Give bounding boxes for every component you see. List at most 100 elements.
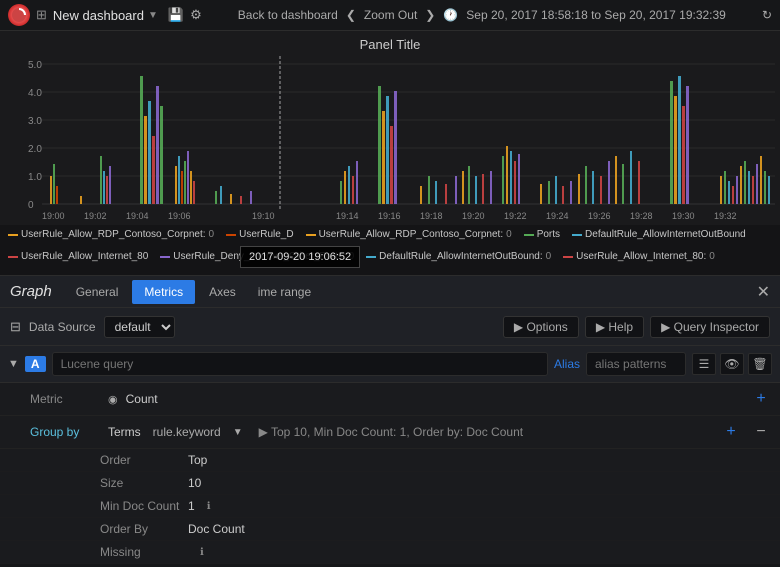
order-by-key: Order By bbox=[100, 522, 180, 536]
help-button[interactable]: ▶ Help bbox=[585, 316, 644, 338]
dashboard-name[interactable]: New dashboard ▼ bbox=[53, 8, 158, 23]
svg-text:19:28: 19:28 bbox=[630, 211, 653, 221]
groupby-dropdown-arrow[interactable]: ▼ bbox=[233, 427, 243, 438]
back-to-dashboard-link[interactable]: Back to dashboard bbox=[238, 8, 338, 22]
datasource-select[interactable]: default bbox=[104, 316, 175, 338]
chart-container: Panel Title 5.0 4.0 3.0 2.0 1.0 0 19:00 … bbox=[0, 31, 780, 276]
sub-row-size: Size 10 bbox=[0, 472, 780, 495]
sub-row-min-doc-count: Min Doc Count 1 ℹ bbox=[0, 495, 780, 518]
query-eye-button[interactable]: 👁 bbox=[720, 353, 744, 375]
legend-item: DefaultRule_AllowInternetOutBound: 0 bbox=[366, 251, 551, 262]
svg-text:19:14: 19:14 bbox=[336, 211, 359, 221]
query-delete-button[interactable]: 🗑 bbox=[748, 353, 772, 375]
save-icon[interactable]: 💾 bbox=[168, 7, 184, 23]
legend-item: UserRule_Allow_Internet_80: 0 bbox=[563, 251, 715, 262]
datasource-label: Data Source bbox=[29, 320, 96, 334]
order-value: Top bbox=[188, 453, 207, 467]
svg-text:4.0: 4.0 bbox=[28, 88, 42, 99]
size-key: Size bbox=[100, 476, 180, 490]
query-inspector-button[interactable]: ▶ Query Inspector bbox=[650, 316, 770, 338]
order-by-value: Doc Count bbox=[188, 522, 245, 536]
groupby-field: rule.keyword bbox=[153, 425, 221, 439]
legend-item: UserRule_Allow_RDP_Contoso_Corpnet: 0 bbox=[8, 229, 214, 240]
alias-label[interactable]: Alias bbox=[554, 357, 580, 371]
groupby-type: Terms bbox=[108, 425, 141, 439]
svg-text:19:00: 19:00 bbox=[42, 211, 65, 221]
min-doc-count-key: Min Doc Count bbox=[100, 499, 180, 513]
query-input[interactable] bbox=[52, 352, 548, 376]
size-value: 10 bbox=[188, 476, 201, 490]
svg-text:19:10: 19:10 bbox=[252, 211, 275, 221]
chart-legend: UserRule_Allow_RDP_Contoso_Corpnet: 0 Us… bbox=[0, 225, 780, 275]
svg-text:3.0: 3.0 bbox=[28, 116, 42, 127]
svg-text:2.0: 2.0 bbox=[28, 144, 42, 155]
tab-axes[interactable]: Axes bbox=[197, 280, 248, 304]
legend-item: UserRule_D bbox=[226, 229, 293, 240]
sub-row-order: Order Top bbox=[0, 449, 780, 472]
groupby-add-button[interactable]: + bbox=[720, 421, 742, 443]
groupby-key-label: Group by bbox=[30, 425, 100, 439]
missing-key: Missing bbox=[100, 545, 180, 559]
order-key: Order bbox=[100, 453, 180, 467]
sub-row-missing: Missing ℹ bbox=[0, 541, 780, 564]
metric-eye-icon[interactable]: ◉ bbox=[108, 393, 118, 406]
legend-item: UserRule_Allow_Internet_80 bbox=[8, 251, 148, 262]
svg-text:19:30: 19:30 bbox=[672, 211, 695, 221]
legend-item: UserRule_Deny_Internet_Other_Ports: 0 bbox=[160, 251, 354, 262]
metric-key-label: Metric bbox=[30, 392, 100, 406]
svg-text:19:06: 19:06 bbox=[168, 211, 191, 221]
options-button[interactable]: ▶ Options bbox=[503, 316, 579, 338]
top-nav: ⊞ New dashboard ▼ 💾 ⚙ Back to dashboard … bbox=[0, 0, 780, 31]
svg-text:19:02: 19:02 bbox=[84, 211, 107, 221]
dashboard-dropdown-arrow[interactable]: ▼ bbox=[148, 10, 158, 21]
metric-value: Count bbox=[126, 392, 158, 406]
zoom-prev-arrow[interactable]: ❮ bbox=[346, 8, 356, 22]
clock-icon: 🕐 bbox=[443, 8, 458, 22]
grid-icon: ⊞ bbox=[36, 7, 47, 23]
legend-item: DefaultRule_AllowInternetOutBound bbox=[572, 229, 746, 240]
query-section: ▼ A Alias ☰ 👁 🗑 Metric ◉ Count + Group b… bbox=[0, 346, 780, 564]
svg-text:1.0: 1.0 bbox=[28, 172, 42, 183]
date-range[interactable]: Sep 20, 2017 18:58:18 to Sep 20, 2017 19… bbox=[466, 8, 726, 22]
svg-text:0: 0 bbox=[28, 200, 34, 211]
nav-icons: 💾 ⚙ bbox=[168, 7, 202, 23]
svg-text:5.0: 5.0 bbox=[28, 60, 42, 71]
svg-text:19:04: 19:04 bbox=[126, 211, 149, 221]
svg-text:19:26: 19:26 bbox=[588, 211, 611, 221]
svg-text:19:18: 19:18 bbox=[420, 211, 443, 221]
min-doc-count-info-icon[interactable]: ℹ bbox=[207, 501, 211, 512]
groupby-extra: ▶ Top 10, Min Doc Count: 1, Order by: Do… bbox=[259, 425, 523, 439]
alias-input[interactable] bbox=[586, 352, 686, 376]
panel-graph-label: Graph bbox=[10, 283, 52, 300]
tab-general[interactable]: General bbox=[64, 280, 131, 304]
datasource-icon: ⊟ bbox=[10, 319, 21, 335]
zoom-out-button[interactable]: Zoom Out bbox=[364, 8, 417, 22]
svg-text:19:20: 19:20 bbox=[462, 211, 485, 221]
sub-row-order-by: Order By Doc Count bbox=[0, 518, 780, 541]
app-logo bbox=[8, 4, 30, 26]
legend-item: UserRule_Allow_RDP_Contoso_Corpnet: 0 bbox=[306, 229, 512, 240]
query-letter-badge: A bbox=[25, 356, 46, 372]
query-collapse-arrow[interactable]: ▼ bbox=[8, 358, 19, 370]
zoom-next-arrow[interactable]: ❯ bbox=[425, 8, 435, 22]
panel-close-button[interactable]: ✕ bbox=[757, 282, 770, 302]
groupby-remove-button[interactable]: − bbox=[750, 421, 772, 443]
refresh-button[interactable]: ↻ bbox=[762, 8, 772, 22]
missing-info-icon[interactable]: ℹ bbox=[200, 547, 204, 558]
groupby-row: Group by Terms rule.keyword ▼ ▶ Top 10, … bbox=[0, 416, 780, 449]
query-actions: ☰ 👁 🗑 bbox=[692, 353, 772, 375]
time-range-label[interactable]: ime range bbox=[258, 285, 311, 299]
settings-icon[interactable]: ⚙ bbox=[190, 7, 202, 23]
min-doc-count-value: 1 bbox=[188, 499, 195, 513]
options-buttons: ▶ Options ▶ Help ▶ Query Inspector bbox=[503, 316, 770, 338]
query-list-button[interactable]: ☰ bbox=[692, 353, 716, 375]
svg-text:19:16: 19:16 bbox=[378, 211, 401, 221]
legend-item: Ports bbox=[524, 229, 560, 240]
metric-add-button[interactable]: + bbox=[750, 388, 772, 410]
nav-center: Back to dashboard ❮ Zoom Out ❯ 🕐 Sep 20,… bbox=[208, 8, 756, 22]
svg-text:19:24: 19:24 bbox=[546, 211, 569, 221]
tab-metrics[interactable]: Metrics bbox=[132, 280, 195, 304]
metric-row: Metric ◉ Count + bbox=[0, 383, 780, 416]
options-row: ⊟ Data Source default ▶ Options ▶ Help ▶… bbox=[0, 308, 780, 346]
svg-text:19:22: 19:22 bbox=[504, 211, 527, 221]
